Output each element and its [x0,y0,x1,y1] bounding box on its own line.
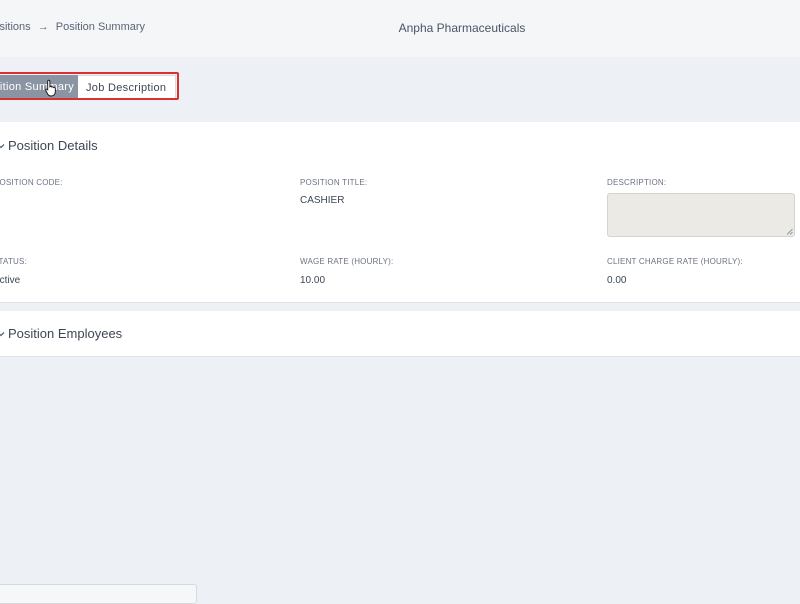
position-details-title: Position Details [8,138,98,153]
position-employees-panel: Position Employees [0,311,800,357]
status-label: STATUS: [0,257,27,266]
client-charge-rate-label: CLIENT CHARGE RATE (HOURLY): [607,257,743,266]
hand-pointer-icon [45,79,56,97]
bottom-panel-edge [0,584,197,604]
position-title-value: CASHIER [300,195,345,206]
chevron-down-icon [0,143,5,148]
description-label: DESCRIPTION: [607,178,667,187]
position-title-label: POSITION TITLE: [300,178,368,187]
position-details-panel: Position Details POSITION CODE: POSITION… [0,122,800,303]
wage-rate-label: WAGE RATE (HOURLY): [300,257,394,266]
tabs-highlight-box [0,72,179,100]
wage-rate-value: 10.00 [300,275,326,286]
company-name: Anpha Pharmaceuticals [398,21,526,35]
resize-handle-icon[interactable] [786,228,793,235]
position-code-label: POSITION CODE: [0,178,63,187]
top-bar: Positions → Position Summary Anpha Pharm… [0,0,800,57]
position-employees-title: Position Employees [8,326,123,341]
description-textarea[interactable] [607,193,795,237]
position-employees-header[interactable]: Position Employees [0,326,122,341]
position-details-header[interactable]: Position Details [0,138,98,153]
client-charge-rate-value: 0.00 [607,275,627,286]
status-value: Active [0,275,21,286]
chevron-down-icon [0,331,5,336]
